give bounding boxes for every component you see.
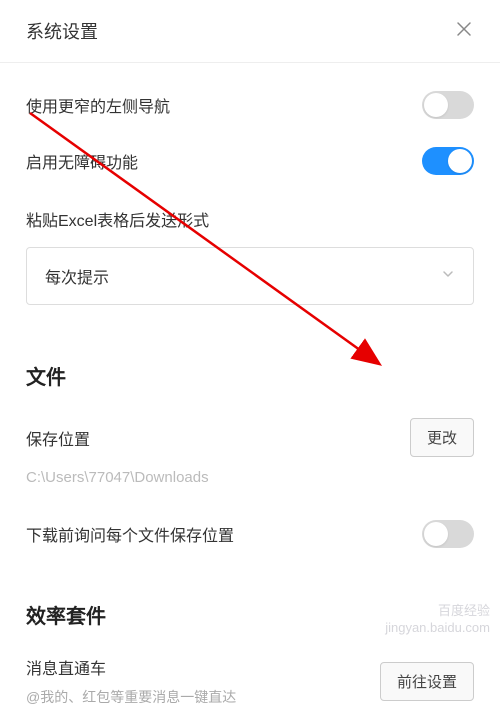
select-value: 每次提示 (45, 264, 109, 288)
file-section-title: 文件 (26, 361, 474, 390)
express-label: 消息直通车 (26, 655, 236, 679)
page-title: 系统设置 (26, 18, 98, 44)
toggle-knob (424, 93, 448, 117)
paste-excel-label: 粘贴Excel表格后发送形式 (26, 207, 474, 231)
close-icon (455, 20, 473, 43)
save-location-label: 保存位置 (26, 426, 90, 450)
narrow-sidebar-toggle[interactable] (422, 91, 474, 119)
paste-excel-select[interactable]: 每次提示 (26, 247, 474, 305)
toggle-knob (424, 522, 448, 546)
accessibility-label: 启用无障碍功能 (26, 149, 138, 173)
accessibility-toggle[interactable] (422, 147, 474, 175)
change-button[interactable]: 更改 (410, 418, 474, 457)
close-button[interactable] (454, 21, 474, 41)
narrow-sidebar-label: 使用更窄的左侧导航 (26, 93, 170, 117)
express-desc: @我的、红包等重要消息一键直达 (26, 687, 236, 707)
save-path: C:\Users\77047\Downloads (26, 469, 474, 486)
chevron-down-icon (441, 267, 455, 286)
ask-before-download-label: 下载前询问每个文件保存位置 (26, 522, 234, 546)
ask-before-download-toggle[interactable] (422, 520, 474, 548)
goto-settings-button[interactable]: 前往设置 (380, 662, 474, 701)
toggle-knob (448, 149, 472, 173)
efficiency-section-title: 效率套件 (26, 600, 474, 629)
